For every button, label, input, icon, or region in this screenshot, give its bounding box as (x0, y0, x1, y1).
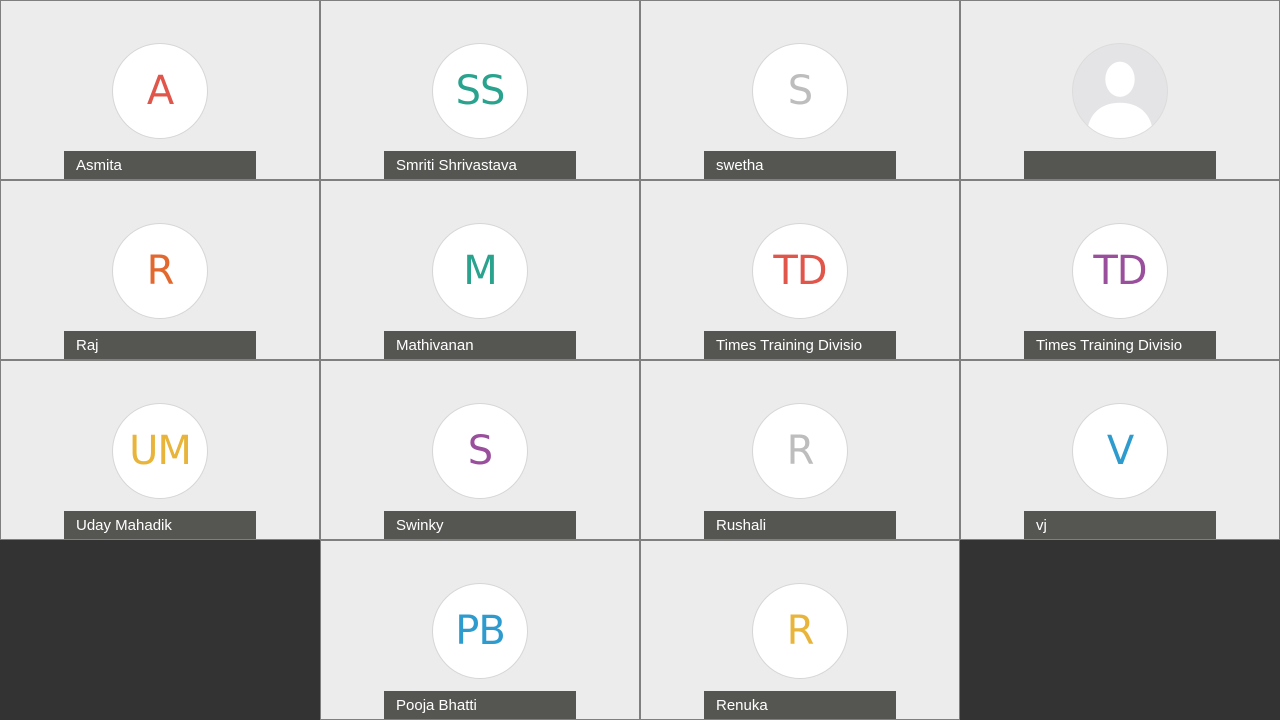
participant-tile[interactable]: TD Times Training Divisio (960, 180, 1280, 360)
avatar-initials: S (787, 68, 813, 114)
empty-slot (960, 540, 1280, 720)
participant-name (1024, 151, 1216, 179)
avatar: TD (752, 223, 848, 319)
participant-tile[interactable]: R Raj (0, 180, 320, 360)
avatar: M (432, 223, 528, 319)
avatar: S (432, 403, 528, 499)
participant-name: Uday Mahadik (64, 511, 256, 539)
avatar-initials: S (467, 428, 493, 474)
participant-name: vj (1024, 511, 1216, 539)
avatar: SS (432, 43, 528, 139)
avatar-initials: R (786, 428, 815, 474)
participant-tile[interactable]: R Renuka (640, 540, 960, 720)
avatar: V (1072, 403, 1168, 499)
participant-name: Rushali (704, 511, 896, 539)
participant-name: swetha (704, 151, 896, 179)
empty-slot (0, 540, 320, 720)
avatar (1072, 43, 1168, 139)
avatar-initials: V (1106, 428, 1134, 474)
avatar: R (752, 403, 848, 499)
person-silhouette-icon (1086, 61, 1154, 138)
avatar: PB (432, 583, 528, 679)
participant-tile[interactable]: R Rushali (640, 360, 960, 540)
avatar-initials: A (146, 68, 174, 114)
avatar-initials: PB (455, 608, 506, 654)
avatar-initials: M (463, 248, 498, 294)
avatar-initials: TD (1093, 248, 1147, 294)
avatar-initials: R (146, 248, 175, 294)
participant-tile[interactable]: A Asmita (0, 0, 320, 180)
participant-name: Asmita (64, 151, 256, 179)
participant-name: Times Training Divisio (704, 331, 896, 359)
avatar: R (752, 583, 848, 679)
avatar: S (752, 43, 848, 139)
participant-name: Mathivanan (384, 331, 576, 359)
avatar-initials: SS (455, 68, 506, 114)
participant-tile[interactable]: TD Times Training Divisio (640, 180, 960, 360)
avatar-initials: R (786, 608, 815, 654)
participant-name: Swinky (384, 511, 576, 539)
participant-name: Smriti Shrivastava (384, 151, 576, 179)
participant-tile[interactable]: UM Uday Mahadik (0, 360, 320, 540)
avatar: TD (1072, 223, 1168, 319)
participant-name: Pooja Bhatti (384, 691, 576, 719)
participant-name: Renuka (704, 691, 896, 719)
participant-tile[interactable]: SS Smriti Shrivastava (320, 0, 640, 180)
video-grid: A Asmita SS Smriti Shrivastava S swetha … (0, 0, 1280, 720)
participant-tile[interactable]: S swetha (640, 0, 960, 180)
participant-name: Times Training Divisio (1024, 331, 1216, 359)
participant-tile[interactable]: M Mathivanan (320, 180, 640, 360)
avatar-initials: TD (773, 248, 827, 294)
participant-tile[interactable] (960, 0, 1280, 180)
avatar: A (112, 43, 208, 139)
participant-tile[interactable]: PB Pooja Bhatti (320, 540, 640, 720)
avatar: UM (112, 403, 208, 499)
participant-tile[interactable]: V vj (960, 360, 1280, 540)
avatar: R (112, 223, 208, 319)
participant-tile[interactable]: S Swinky (320, 360, 640, 540)
participant-name: Raj (64, 331, 256, 359)
avatar-initials: UM (129, 428, 192, 474)
